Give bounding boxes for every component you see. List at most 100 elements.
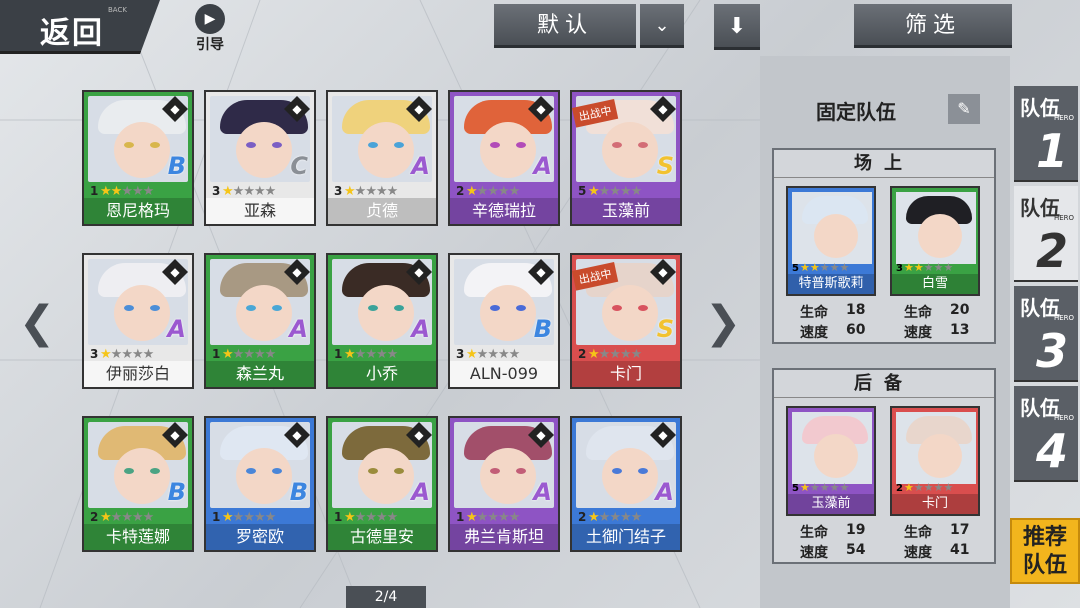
sort-button[interactable]: 默认 <box>494 4 636 48</box>
sort-dropdown-button[interactable]: ⌄ <box>640 4 684 48</box>
member-level: 5 <box>792 263 799 274</box>
member-name: 白雪 <box>892 274 978 294</box>
star-rating: ★★★★★ <box>904 261 954 274</box>
portrait-eyes <box>368 142 404 148</box>
fixed-team-title: 固定队伍 <box>816 100 896 124</box>
back-sub-label: BACK <box>108 6 127 14</box>
star-rating: ★★★★★ <box>222 347 276 362</box>
portrait-face <box>114 448 170 504</box>
onfield-member-card[interactable]: 3 ★★★★★ 白雪 <box>890 186 980 296</box>
character-card[interactable]: ◆ A 3 ★★★★★ 贞德 <box>326 90 438 226</box>
member-name: 卡门 <box>892 494 978 514</box>
character-card[interactable]: ◆ S 5 ★★★★★ 玉藻前 出战中 <box>570 90 682 226</box>
stat-value: 13 <box>950 322 970 338</box>
stat-value: 60 <box>846 322 866 338</box>
portrait-face <box>358 122 414 178</box>
filter-button[interactable]: 筛选 <box>854 4 1012 48</box>
character-card[interactable]: ◆ A 1 ★★★★★ 小乔 <box>326 253 438 389</box>
grade-badge: S <box>656 152 674 180</box>
stat-value: 54 <box>846 542 866 558</box>
character-card[interactable]: ◆ C 3 ★★★★★ 亚森 <box>204 90 316 226</box>
character-card[interactable]: ◆ A 3 ★★★★★ 伊丽莎白 <box>82 253 194 389</box>
portrait-eyes <box>124 305 160 311</box>
star-rating: ★★★★★ <box>904 481 954 494</box>
stat-label: 生命 <box>800 525 828 541</box>
guide-button[interactable]: ▶ 引导 <box>190 4 230 53</box>
card-level: 2 <box>90 510 99 524</box>
stat-label: 生命 <box>800 305 828 321</box>
grade-badge: A <box>533 152 552 180</box>
star-rating: ★★★★★ <box>588 184 642 199</box>
stat-label: 生命 <box>904 305 932 321</box>
prev-page-arrow[interactable]: ❮ <box>12 298 62 348</box>
character-card[interactable]: ◆ A 1 ★★★★★ 古德里安 <box>326 416 438 552</box>
stat-value: 19 <box>846 522 866 538</box>
card-level: 1 <box>456 510 465 524</box>
member-level: 3 <box>896 263 903 274</box>
recommend-team-button[interactable]: 推荐 队伍 <box>1010 518 1080 584</box>
scroll-down-button[interactable]: ⬇ <box>714 4 760 50</box>
chevron-right-icon: ❯ <box>704 297 742 348</box>
portrait-face <box>814 434 858 478</box>
star-rating: ★★★★★ <box>100 184 154 199</box>
card-name: 古德里安 <box>328 524 436 550</box>
grade-badge: S <box>656 315 674 343</box>
card-name: 弗兰肯斯坦 <box>450 524 558 550</box>
stat-value: 17 <box>950 522 970 538</box>
portrait <box>896 412 976 484</box>
chevron-down-icon: ⌄ <box>654 15 670 36</box>
star-rating: ★★★★★ <box>100 347 154 362</box>
reserve-member-card[interactable]: 5 ★★★★★ 玉藻前 <box>786 406 876 516</box>
card-level: 1 <box>334 347 343 361</box>
card-level: 5 <box>578 184 587 198</box>
team-tab[interactable]: 队伍 HERO 4 <box>1014 386 1078 482</box>
character-card[interactable]: ◆ A 1 ★★★★★ 森兰丸 <box>204 253 316 389</box>
edit-icon[interactable]: ✎ <box>948 94 980 124</box>
character-card[interactable]: ◆ A 2 ★★★★★ 辛德瑞拉 <box>448 90 560 226</box>
portrait-face <box>602 448 658 504</box>
character-card[interactable]: ◆ B 1 ★★★★★ 恩尼格玛 <box>82 90 194 226</box>
grade-badge: A <box>411 315 430 343</box>
character-card[interactable]: ◆ B 2 ★★★★★ 卡特莲娜 <box>82 416 194 552</box>
stat-value: 20 <box>950 302 970 318</box>
portrait-face <box>236 122 292 178</box>
portrait <box>792 192 872 264</box>
character-card[interactable]: ◆ B 3 ★★★★★ ALN-099 <box>448 253 560 389</box>
onfield-member-card[interactable]: 5 ★★★★★ 特普斯歌莉 <box>786 186 876 296</box>
star-rating: ★★★★★ <box>800 261 850 274</box>
portrait-face <box>114 122 170 178</box>
team-tab-hero: HERO <box>1054 114 1075 122</box>
card-name: 小乔 <box>328 361 436 387</box>
star-rating: ★★★★★ <box>344 510 398 525</box>
team-tab[interactable]: 队伍 HERO 3 <box>1014 286 1078 382</box>
portrait-face <box>480 285 536 341</box>
character-card[interactable]: ◆ S 2 ★★★★★ 卡门 出战中 <box>570 253 682 389</box>
team-tab-number: 3 <box>1036 324 1069 378</box>
card-level: 2 <box>456 184 465 198</box>
grade-badge: A <box>289 315 308 343</box>
next-page-arrow[interactable]: ❯ <box>698 298 748 348</box>
recommend-line1: 推荐 <box>1022 525 1067 550</box>
portrait-eyes <box>490 305 526 311</box>
character-card[interactable]: ◆ A 2 ★★★★★ 土御门结子 <box>570 416 682 552</box>
grade-badge: B <box>533 315 552 343</box>
star-rating: ★★★★★ <box>344 347 398 362</box>
portrait-eyes <box>490 468 526 474</box>
character-card[interactable]: ◆ B 1 ★★★★★ 罗密欧 <box>204 416 316 552</box>
stat-value: 41 <box>950 542 970 558</box>
portrait-face <box>236 285 292 341</box>
grade-badge: A <box>411 478 430 506</box>
stat-label: 生命 <box>904 525 932 541</box>
reserve-member-card[interactable]: 2 ★★★★★ 卡门 <box>890 406 980 516</box>
team-tab[interactable]: 队伍 HERO 2 <box>1014 186 1078 282</box>
card-level: 3 <box>456 347 465 361</box>
back-button[interactable]: 返回 BACK <box>0 0 160 54</box>
star-rating: ★★★★★ <box>800 481 850 494</box>
portrait-face <box>602 122 658 178</box>
star-rating: ★★★★★ <box>466 184 520 199</box>
portrait-face <box>358 448 414 504</box>
character-card[interactable]: ◆ A 1 ★★★★★ 弗兰肯斯坦 <box>448 416 560 552</box>
team-tab[interactable]: 队伍 HERO 1 <box>1014 86 1078 182</box>
guide-label: 引导 <box>196 37 224 53</box>
portrait-eyes <box>368 305 404 311</box>
